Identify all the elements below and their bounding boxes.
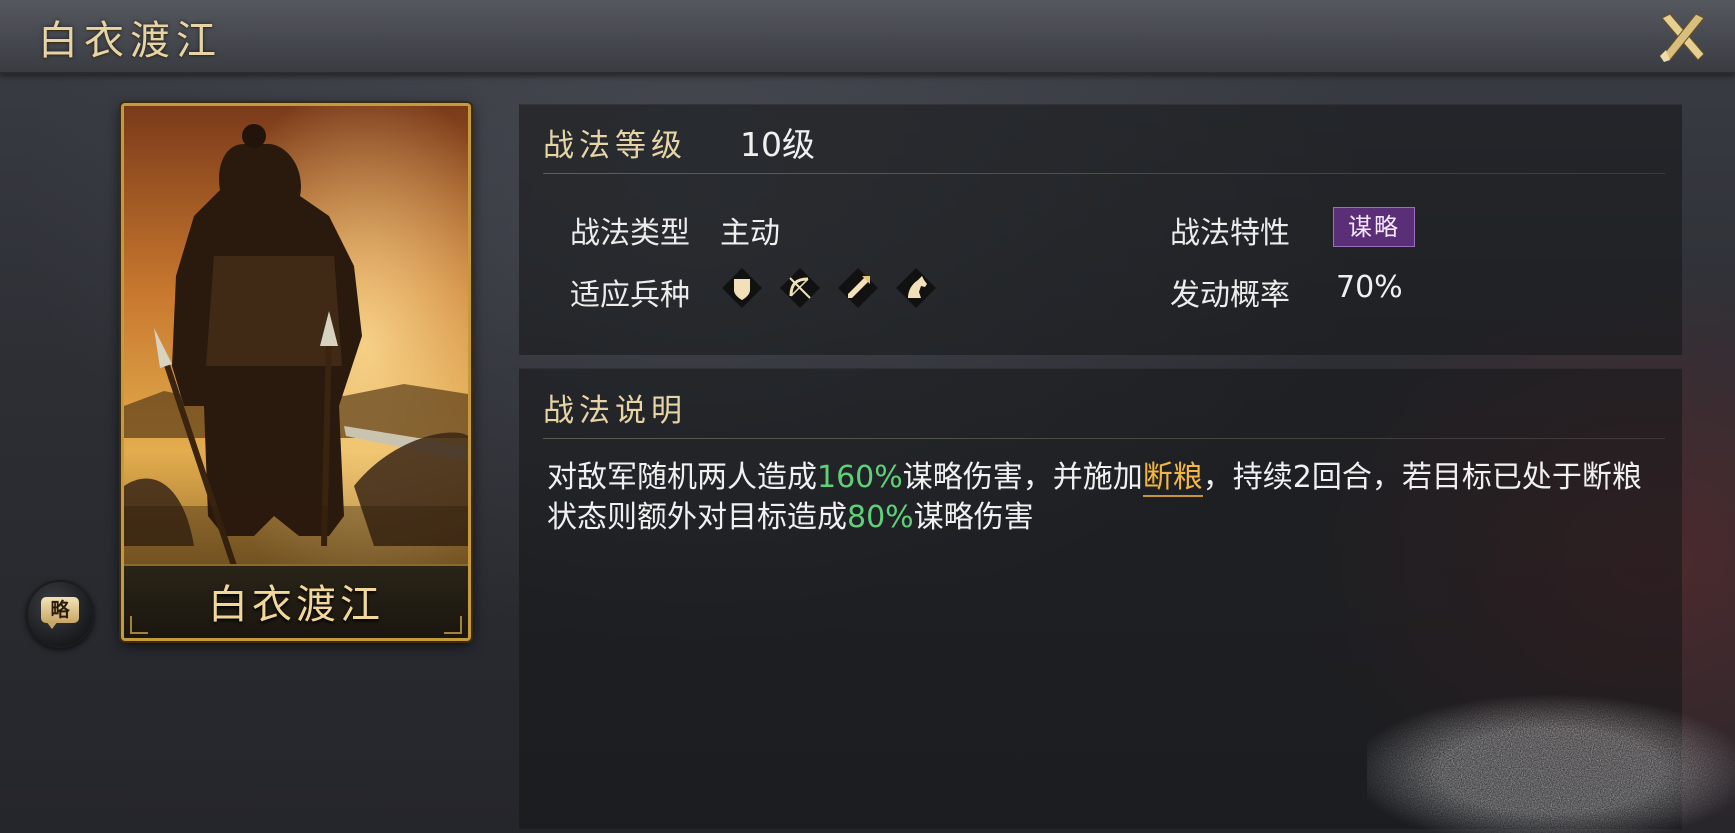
level-value: 10级 <box>740 125 815 164</box>
category-badge-label: 略 <box>50 599 70 621</box>
description-text: 对敌军随机两人造成160%谋略伤害，并施加断粮，持续2回合，若目标已处于断粮状态… <box>547 458 1667 538</box>
damage-percent-highlight: 160% <box>817 460 903 495</box>
card-name: 白衣渡江 <box>208 582 384 628</box>
close-icon <box>1660 13 1705 62</box>
rate-value: 70% <box>1336 270 1403 305</box>
description-segment: 谋略伤害 <box>913 500 1034 535</box>
shield-icon <box>720 266 764 310</box>
horse-icon <box>894 266 938 310</box>
noise-texture <box>1367 694 1735 833</box>
trait-tag: 谋略 <box>1333 207 1415 247</box>
divider <box>543 438 1665 439</box>
skill-card-artwork <box>124 106 468 638</box>
title-bar: 白衣渡江 <box>0 0 1735 74</box>
divider <box>543 173 1665 174</box>
spear-icon <box>836 266 880 310</box>
category-badge[interactable]: 略 <box>26 580 94 648</box>
status-keyword-link[interactable]: 断粮 <box>1142 460 1203 497</box>
skill-card: 白衣渡江 <box>121 103 471 641</box>
card-name-bar: 白衣渡江 <box>124 564 468 638</box>
units-label: 适应兵种 <box>570 278 690 313</box>
description-title: 战法说明 <box>543 393 687 429</box>
skill-title: 白衣渡江 <box>38 18 222 64</box>
description-segment: 对敌军随机两人造成 <box>547 460 817 495</box>
description-segment: 谋略伤害，并施加 <box>902 460 1143 495</box>
type-value: 主动 <box>720 216 780 251</box>
rate-label: 发动概率 <box>1170 278 1290 313</box>
trait-label: 战法特性 <box>1170 216 1290 251</box>
type-label: 战法类型 <box>570 216 690 251</box>
level-label: 战法等级 <box>543 128 687 164</box>
bow-icon <box>778 266 822 310</box>
damage-percent-highlight: 80% <box>847 500 914 535</box>
skill-info-panel <box>519 104 1682 355</box>
close-button[interactable] <box>1656 10 1710 64</box>
